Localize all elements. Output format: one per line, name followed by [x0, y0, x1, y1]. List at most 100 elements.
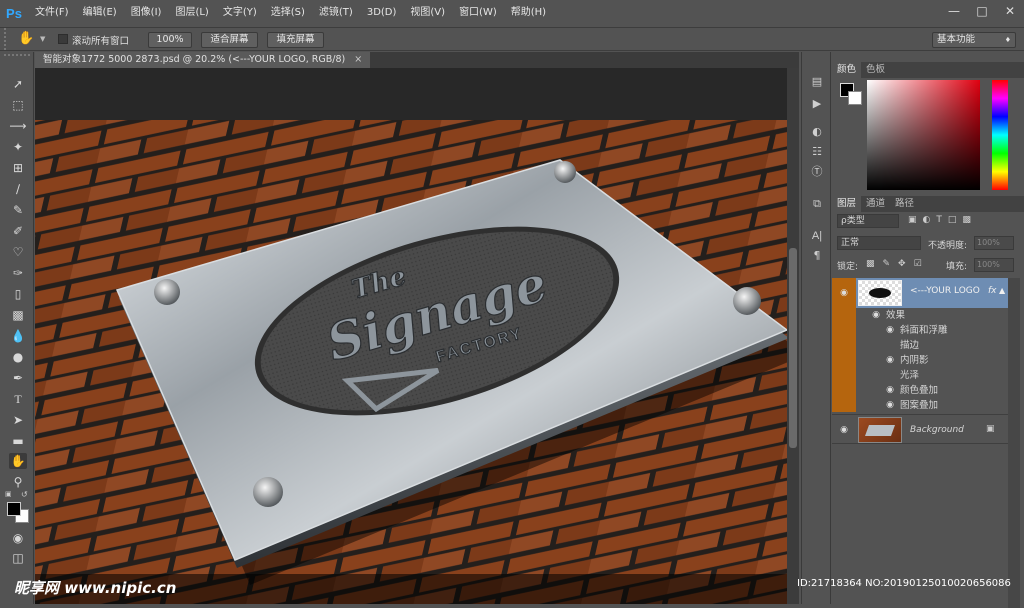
rectangle-tool-icon[interactable]: ▬ — [9, 433, 27, 449]
effect-row[interactable]: 光泽 — [856, 368, 1008, 383]
eraser-tool-icon[interactable]: ▯ — [9, 286, 27, 302]
workspace-select[interactable]: 基本功能 ♦ — [932, 32, 1016, 48]
layer-row-background[interactable]: ◉ Background ▣ — [832, 414, 1008, 444]
default-colors-icon[interactable]: ▣ — [5, 490, 12, 498]
layers-panel-tabs: 图层 通道 路径 — [832, 196, 1024, 212]
effects-eye-icon[interactable]: ◉ — [870, 310, 882, 320]
eyedropper-tool-icon[interactable]: ∕ — [9, 181, 27, 197]
fit-screen-button[interactable]: 适合屏幕 — [201, 32, 258, 48]
vertical-scrollbar[interactable] — [787, 68, 799, 604]
history-brush-tool-icon[interactable]: ✑ — [9, 265, 27, 281]
properties-panel-icon[interactable]: ☷ — [809, 144, 825, 160]
background-eye-icon[interactable]: ◉ — [838, 425, 850, 435]
zoom-100-button[interactable]: 100% — [148, 32, 192, 48]
marquee-tool-icon[interactable]: ⬚ — [9, 97, 27, 113]
paragraph-panel-icon[interactable]: ¶ — [809, 248, 825, 264]
move-tool-icon[interactable]: ➚ — [9, 76, 27, 92]
scroll-all-windows-label: 滚动所有窗口 — [72, 36, 130, 47]
close-icon[interactable]: ✕ — [996, 0, 1024, 22]
effect-row[interactable]: ◉ 斜面和浮雕 — [856, 323, 1008, 338]
tab-paths[interactable]: 路径 — [890, 196, 919, 212]
history-panel-icon[interactable]: ▤ — [809, 74, 825, 90]
scroll-all-windows-checkbox[interactable] — [58, 34, 68, 44]
menu-help[interactable]: 帮助(H) — [504, 0, 553, 26]
gradient-tool-icon[interactable]: ▩ — [9, 307, 27, 323]
effect-eye-icon[interactable]: ◉ — [884, 355, 896, 365]
foreground-color-swatch[interactable] — [7, 502, 21, 516]
quick-select-tool-icon[interactable]: ✦ — [9, 139, 27, 155]
zoom-tool-icon[interactable]: ⚲ — [9, 474, 27, 490]
blur-tool-icon[interactable]: 💧 — [9, 328, 27, 344]
menu-type[interactable]: 文字(Y) — [216, 0, 264, 26]
hue-slider[interactable] — [992, 80, 1008, 190]
chevron-down-icon[interactable]: ▼ — [40, 35, 45, 43]
color-bg-swatch[interactable] — [848, 91, 862, 105]
color-picker-field[interactable] — [867, 80, 980, 190]
layer-row-logo[interactable]: <---YOUR LOGO fx ▲ — [856, 278, 1008, 308]
tab-color[interactable]: 颜色 — [832, 62, 862, 78]
character-panel-icon[interactable]: A| — [809, 228, 825, 244]
menu-window[interactable]: 窗口(W) — [452, 0, 504, 26]
effect-row[interactable]: ◉ 颜色叠加 — [856, 383, 1008, 398]
minimize-icon[interactable]: — — [940, 0, 968, 22]
lasso-tool-icon[interactable]: ⟶ — [9, 118, 27, 134]
effect-eye-icon[interactable]: ◉ — [884, 385, 896, 395]
pen-tool-icon[interactable]: ✒ — [9, 370, 27, 386]
path-select-tool-icon[interactable]: ➤ — [9, 412, 27, 428]
menu-image[interactable]: 图像(I) — [124, 0, 169, 26]
effect-name: 光泽 — [900, 370, 920, 381]
document-tab[interactable]: 智能对象1772 5000 2873.psd @ 20.2% (<---YOUR… — [35, 52, 371, 68]
adjustments-panel-icon[interactable]: ◐ — [809, 124, 825, 140]
screen-mode-icon[interactable]: ◫ — [9, 550, 27, 566]
quick-mask-icon[interactable]: ◉ — [9, 530, 27, 546]
maximize-icon[interactable]: □ — [968, 0, 996, 22]
swap-colors-icon[interactable]: ↺ — [21, 490, 28, 499]
effect-row[interactable]: 描边 — [856, 338, 1008, 353]
tab-layers[interactable]: 图层 — [832, 196, 862, 212]
layer-name-background: Background — [910, 425, 964, 435]
menu-view[interactable]: 视图(V) — [403, 0, 452, 26]
canvas-area[interactable]: The Signage FACTORY — [35, 68, 787, 604]
fill-field[interactable]: 100% — [974, 258, 1014, 272]
hand-tool-icon[interactable]: ✋ — [18, 31, 34, 46]
crop-tool-icon[interactable]: ⊞ — [9, 160, 27, 176]
menu-file[interactable]: 文件(F) — [28, 0, 76, 26]
workspace-label: 基本功能 — [937, 34, 976, 45]
vertical-scrollbar-thumb[interactable] — [789, 248, 797, 448]
lock-label: 锁定: — [837, 262, 859, 272]
effect-eye-icon[interactable]: ◉ — [884, 400, 896, 410]
effect-row[interactable]: ◉ 内阴影 — [856, 353, 1008, 368]
actions-panel-icon[interactable]: ▶ — [809, 96, 825, 112]
effects-header-row[interactable]: ◉ 效果 — [856, 308, 1008, 323]
clone-stamp-tool-icon[interactable]: ♡ — [9, 244, 27, 260]
close-tab-icon[interactable]: × — [354, 54, 362, 65]
type-tool-icon[interactable]: T — [9, 391, 27, 407]
brush-tool-icon[interactable]: ✐ — [9, 223, 27, 239]
lock-icons[interactable]: ▩✎✥☑ — [866, 259, 930, 269]
layer-filter-icons[interactable]: ▣◐T□▩ — [908, 215, 977, 225]
tab-swatches[interactable]: 色板 — [861, 62, 890, 78]
tab-channels[interactable]: 通道 — [861, 196, 890, 212]
info-panel-icon[interactable]: Ⓣ — [809, 164, 825, 180]
expand-effects-icon[interactable]: ▲ — [999, 286, 1005, 295]
menu-filter[interactable]: 滤镜(T) — [312, 0, 360, 26]
paths-panel-icon[interactable]: ⧉ — [809, 196, 825, 212]
effect-name: 描边 — [900, 340, 920, 351]
layer-filter-select[interactable]: ρ类型 — [837, 214, 899, 228]
effect-row[interactable]: ◉ 图案叠加 — [856, 398, 1008, 413]
layers-scrollbar[interactable] — [1008, 278, 1020, 608]
hand-tool-active-icon[interactable]: ✋ — [9, 453, 27, 469]
healing-brush-tool-icon[interactable]: ✎ — [9, 202, 27, 218]
effect-eye-icon[interactable]: ◉ — [884, 325, 896, 335]
menu-select[interactable]: 选择(S) — [264, 0, 312, 26]
fx-icon[interactable]: fx — [988, 286, 997, 296]
visibility-eye-icon[interactable]: ◉ — [838, 288, 850, 298]
menu-3d[interactable]: 3D(D) — [360, 0, 404, 26]
blend-mode-select[interactable]: 正常 — [837, 236, 921, 250]
dodge-tool-icon[interactable]: ● — [9, 349, 27, 365]
fill-screen-button[interactable]: 填充屏幕 — [267, 32, 324, 48]
photoshop-logo: Ps — [6, 5, 22, 21]
menu-edit[interactable]: 编辑(E) — [76, 0, 124, 26]
menu-layer[interactable]: 图层(L) — [168, 0, 215, 26]
opacity-field[interactable]: 100% — [974, 236, 1014, 250]
